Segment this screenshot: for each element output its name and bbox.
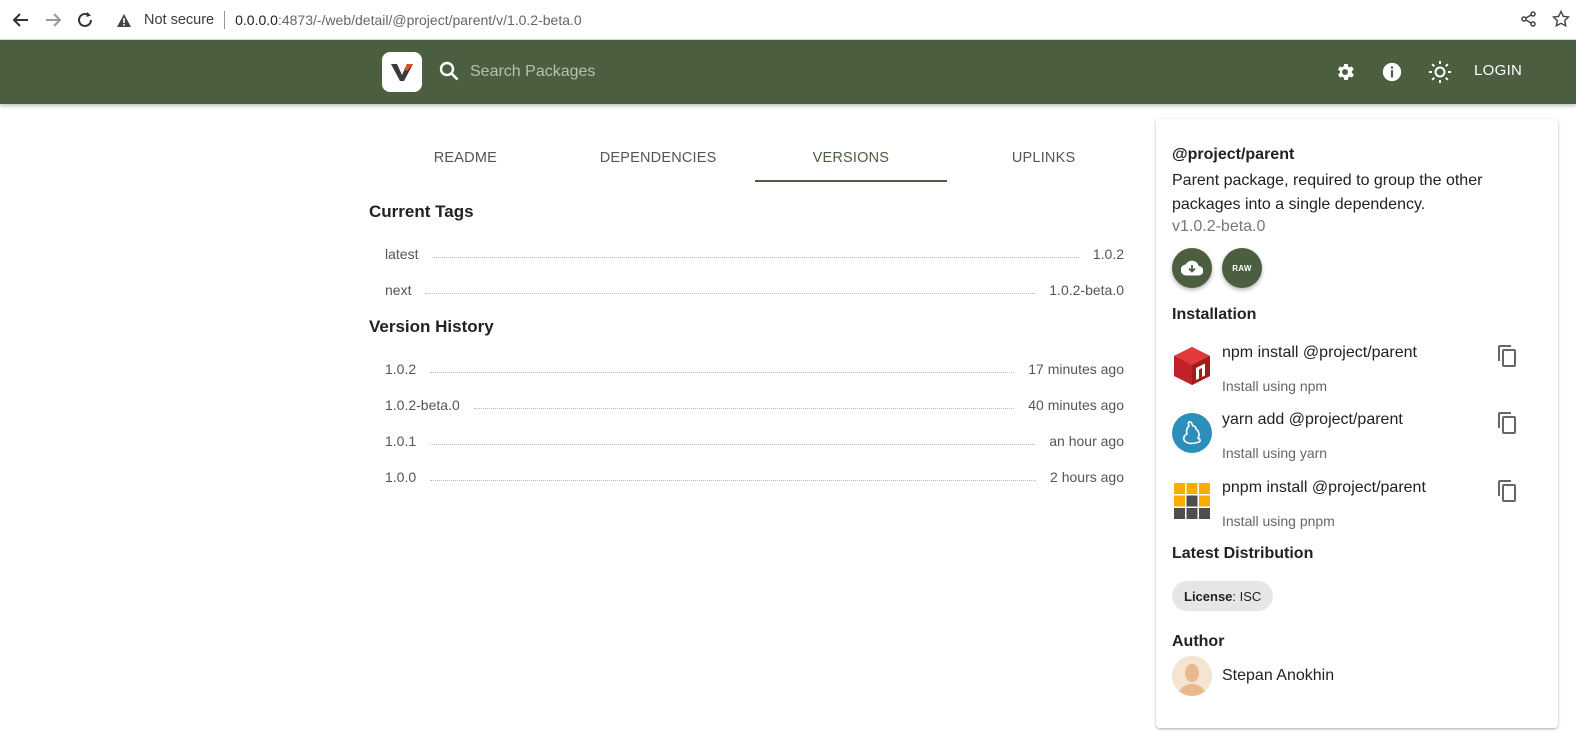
tag-version: 1.0.2-beta.0 [1049,282,1124,298]
package-version: v1.0.2-beta.0 [1172,218,1266,235]
install-command: npm install @project/parent [1222,344,1417,361]
tag-name: next [385,282,412,298]
dotted-leader [430,480,1037,481]
install-subtitle: Install using npm [1222,378,1328,394]
version-time: 2 hours ago [1050,469,1124,485]
dotted-leader [473,408,1015,409]
version-link[interactable]: 1.0.1 [385,433,416,449]
app-header: LOGIN [0,40,1576,104]
version-link[interactable]: 1.0.2-beta.0 [385,397,460,413]
address-bar[interactable]: Not secure 0.0.0.0:4873/-/web/detail/@pr… [108,5,1530,35]
install-command: yarn add @project/parent [1222,411,1403,428]
detail-tabs: README DEPENDENCIES VERSIONS UPLINKS [369,120,1140,182]
copy-icon[interactable] [1496,479,1520,503]
license-chip: License: ISC [1172,581,1274,611]
version-row: 1.0.0 2 hours ago [385,465,1124,485]
dotted-leader [430,372,1015,373]
raw-manifest-button[interactable]: RAW [1222,248,1262,288]
settings-gear-icon[interactable] [1333,60,1357,84]
install-yarn-row: yarn add @project/parent Install using y… [1172,411,1542,471]
version-row: 1.0.2-beta.0 40 minutes ago [385,393,1124,413]
version-history-title: Version History [369,317,494,336]
copy-icon[interactable] [1496,344,1520,368]
tab-readme[interactable]: README [369,120,562,182]
license-value: : ISC [1232,588,1262,604]
version-row: 1.0.2 17 minutes ago [385,357,1124,377]
url-host: 0.0.0.0 [235,12,278,28]
version-link[interactable]: 1.0.2 [385,361,416,377]
dotted-leader [430,444,1036,445]
tab-uplinks[interactable]: UPLINKS [947,120,1140,182]
license-label: License [1184,588,1233,604]
package-sidebar-card: @project/parent Parent package, required… [1156,119,1558,728]
tab-versions[interactable]: VERSIONS [754,120,948,182]
info-icon[interactable] [1380,60,1404,84]
dotted-leader [425,293,1036,294]
current-tags-title: Current Tags [369,202,474,221]
author-title: Author [1172,633,1225,650]
latest-distribution-title: Latest Distribution [1172,545,1314,562]
install-subtitle: Install using yarn [1222,445,1328,461]
author-avatar[interactable] [1172,656,1212,696]
version-row: 1.0.1 an hour ago [385,429,1124,449]
security-label: Not secure [144,12,215,28]
cloud-download-icon [1181,260,1203,276]
bookmark-star-icon[interactable] [1551,9,1572,30]
npm-logo-icon [1172,346,1212,386]
install-command: pnpm install @project/parent [1222,479,1426,496]
install-pnpm-row: pnpm install @project/parent Install usi… [1172,479,1542,539]
warning-icon [116,13,136,28]
version-time: 17 minutes ago [1028,361,1124,377]
url-divider [224,11,226,29]
pnpm-logo-icon [1172,481,1212,521]
tab-dependencies[interactable]: DEPENDENCIES [562,120,755,182]
tag-name: latest [385,246,419,262]
copy-icon[interactable] [1496,411,1520,435]
install-subtitle: Install using pnpm [1222,513,1335,529]
search-input[interactable] [470,58,1110,86]
download-tarball-button[interactable] [1172,248,1212,288]
reload-icon[interactable] [74,9,96,31]
raw-label: RAW [1232,263,1252,273]
package-name: @project/parent [1172,146,1295,163]
package-description: Parent package, required to group the ot… [1172,172,1483,213]
installation-title: Installation [1172,306,1257,323]
forward-arrow-icon[interactable] [42,9,64,31]
author-name: Stepan Anokhin [1222,667,1335,684]
version-link[interactable]: 1.0.0 [385,469,416,485]
back-arrow-icon[interactable] [10,9,32,31]
browser-toolbar: Not secure 0.0.0.0:4873/-/web/detail/@pr… [0,0,1576,40]
tag-version: 1.0.2 [1092,246,1124,262]
share-icon[interactable] [1520,10,1540,30]
tag-row: latest 1.0.2 [385,242,1124,262]
install-npm-row: npm install @project/parent Install usin… [1172,344,1542,404]
verdaccio-logo[interactable] [382,52,422,92]
tag-row: next 1.0.2-beta.0 [385,278,1124,298]
url-path: :4873/-/web/detail/@project/parent/v/1.0… [277,12,582,28]
search-icon [438,60,462,84]
theme-toggle-sun-icon[interactable] [1428,60,1452,84]
login-button[interactable]: LOGIN [1474,62,1522,79]
yarn-logo-icon [1172,413,1212,453]
dotted-leader [432,257,1079,258]
version-time: 40 minutes ago [1028,397,1124,413]
version-time: an hour ago [1049,433,1124,449]
